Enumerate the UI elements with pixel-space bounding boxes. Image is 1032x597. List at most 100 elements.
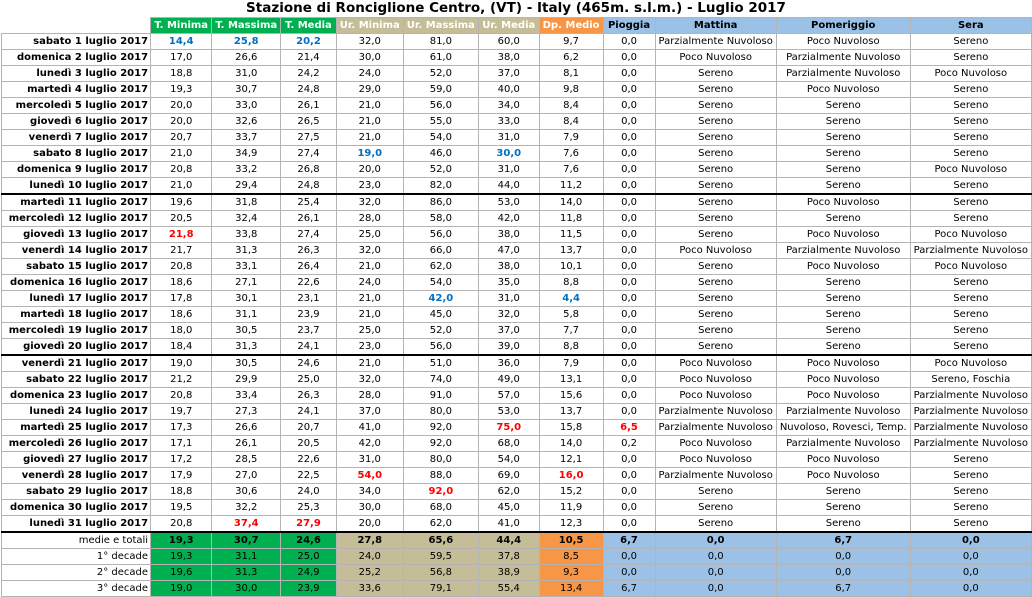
cell-sera: Sereno	[909, 113, 1032, 130]
cell-ur-massima: 91,0	[402, 387, 479, 404]
cell-dp-medio: 16,0	[538, 467, 604, 484]
cell-mattina: Poco Nuvoloso	[654, 49, 777, 66]
cell-t-massima: 31,0	[211, 65, 282, 82]
summary-pioggia: 6,7	[602, 580, 656, 597]
table-row: lunedì 10 luglio 2017 21,0 29,4 24,8 23,0 82,…	[0, 177, 1032, 195]
cell-ur-massima: 51,0	[402, 354, 479, 372]
summary-pioggia: 6,7	[602, 531, 656, 549]
cell-t-massima: 31,1	[211, 306, 282, 323]
decade-row: 1° decade 19,3 31,1 25,0 24,0 59,5 37,8 8,5 0,0 0…	[0, 548, 1032, 565]
cell-ur-massima: 52,0	[402, 161, 479, 178]
table-row: venerdì 7 luglio 2017 20,7 33,7 27,5 21,0 54,…	[0, 129, 1032, 146]
cell-ur-media: 53,0	[477, 403, 540, 420]
summary-t-massima: 31,3	[211, 564, 282, 581]
cell-sera: Sereno	[909, 81, 1032, 98]
cell-t-massima: 31,3	[211, 338, 282, 356]
table-row: giovedì 6 luglio 2017 20,0 32,6 26,5 21,0 55,…	[0, 113, 1032, 130]
cell-mattina: Poco Nuvoloso	[654, 371, 777, 388]
cell-t-media: 27,5	[280, 129, 337, 146]
cell-sera: Poco Nuvoloso	[909, 354, 1032, 372]
cell-pomeriggio: Poco Nuvoloso	[775, 467, 911, 484]
cell-ur-minima: 21,0	[335, 290, 404, 307]
summary-ur-media: 37,8	[477, 548, 540, 565]
cell-ur-minima: 29,0	[335, 81, 404, 98]
summary-ur-minima: 27,8	[335, 531, 404, 549]
cell-ur-media: 49,0	[477, 371, 540, 388]
cell-t-massima: 32,2	[211, 499, 282, 516]
summary-t-minima: 19,3	[150, 531, 213, 549]
summary-t-massima: 30,0	[211, 580, 282, 597]
cell-mattina: Sereno	[654, 97, 777, 114]
cell-ur-minima: 41,0	[335, 419, 404, 436]
totals-row: medie e totali 19,3 30,7 24,6 27,8 65,6 44,4 10…	[0, 531, 1032, 549]
cell-dp-medio: 10,1	[538, 258, 604, 275]
cell-t-media: 24,8	[280, 177, 337, 195]
cell-mattina: Sereno	[654, 338, 777, 356]
cell-pioggia: 0,0	[602, 33, 656, 50]
cell-t-media: 25,3	[280, 499, 337, 516]
cell-t-massima: 27,3	[211, 403, 282, 420]
cell-t-massima: 27,0	[211, 467, 282, 484]
cell-pomeriggio: Sereno	[775, 322, 911, 339]
cell-t-massima: 33,2	[211, 161, 282, 178]
cell-pomeriggio: Poco Nuvoloso	[775, 371, 911, 388]
summary-sera: 0,0	[909, 548, 1032, 565]
cell-ur-massima: 92,0	[402, 419, 479, 436]
summary-dp-medio: 10,5	[538, 531, 604, 549]
table-row: domenica 30 luglio 2017 19,5 32,2 25,3 30,0 6…	[0, 499, 1032, 516]
cell-sera: Sereno	[909, 177, 1032, 195]
cell-t-massima: 33,0	[211, 97, 282, 114]
cell-t-massima: 34,9	[211, 145, 282, 162]
cell-dp-medio: 9,8	[538, 81, 604, 98]
summary-t-media: 25,0	[280, 548, 337, 565]
summary-dp-medio: 8,5	[538, 548, 604, 565]
decade-row: 3° decade 19,0 30,0 23,9 33,6 79,1 55,4 13,4 6,7…	[0, 580, 1032, 597]
cell-ur-massima: 80,0	[402, 451, 479, 468]
cell-pioggia: 0,0	[602, 226, 656, 243]
row-date: martedì 11 luglio 2017	[0, 193, 152, 211]
cell-t-massima: 33,8	[211, 226, 282, 243]
cell-t-minima: 18,0	[150, 322, 213, 339]
cell-pomeriggio: Poco Nuvoloso	[775, 258, 911, 275]
cell-sera: Sereno, Foschia	[909, 371, 1032, 388]
cell-ur-minima: 54,0	[335, 467, 404, 484]
table-row: sabato 22 luglio 2017 21,2 29,9 25,0 32,0 74,…	[0, 371, 1032, 388]
cell-dp-medio: 8,4	[538, 113, 604, 130]
cell-t-massima: 27,1	[211, 274, 282, 291]
summary-label: 3° decade	[0, 580, 152, 597]
table-row: sabato 15 luglio 2017 20,8 33,1 26,4 21,0 62,…	[0, 258, 1032, 275]
cell-ur-minima: 21,0	[335, 97, 404, 114]
decade-row: 2° decade 19,6 31,3 24,9 25,2 56,8 38,9 9,3 0,0 0…	[0, 564, 1032, 581]
cell-pioggia: 0,0	[602, 129, 656, 146]
cell-pomeriggio: Sereno	[775, 499, 911, 516]
cell-ur-massima: 58,0	[402, 210, 479, 227]
cell-pomeriggio: Parzialmente Nuvoloso	[775, 49, 911, 66]
cell-ur-massima: 62,0	[402, 515, 479, 533]
cell-ur-media: 75,0	[477, 419, 540, 436]
cell-pomeriggio: Sereno	[775, 338, 911, 356]
summary-ur-media: 38,9	[477, 564, 540, 581]
table-row: lunedì 17 luglio 2017 17,8 30,1 23,1 21,0 42,…	[0, 290, 1032, 307]
table-row: giovedì 20 luglio 2017 18,4 31,3 24,1 23,0 56…	[0, 338, 1032, 356]
cell-t-massima: 33,7	[211, 129, 282, 146]
cell-t-minima: 18,6	[150, 274, 213, 291]
cell-t-media: 26,8	[280, 161, 337, 178]
cell-dp-medio: 5,8	[538, 306, 604, 323]
cell-t-minima: 17,1	[150, 435, 213, 452]
cell-t-minima: 20,8	[150, 258, 213, 275]
cell-t-massima: 26,6	[211, 49, 282, 66]
cell-mattina: Poco Nuvoloso	[654, 435, 777, 452]
row-date: sabato 29 luglio 2017	[0, 483, 152, 500]
cell-sera: Sereno	[909, 33, 1032, 50]
cell-t-media: 24,2	[280, 65, 337, 82]
cell-sera: Sereno	[909, 515, 1032, 533]
cell-ur-media: 36,0	[477, 354, 540, 372]
cell-sera: Sereno	[909, 290, 1032, 307]
cell-t-massima: 30,1	[211, 290, 282, 307]
cell-t-minima: 20,0	[150, 97, 213, 114]
cell-pioggia: 0,0	[602, 242, 656, 259]
summary-t-minima: 19,0	[150, 580, 213, 597]
cell-sera: Sereno	[909, 306, 1032, 323]
table-row: venerdì 28 luglio 2017 17,9 27,0 22,5 54,0 88…	[0, 467, 1032, 484]
cell-t-media: 23,7	[280, 322, 337, 339]
